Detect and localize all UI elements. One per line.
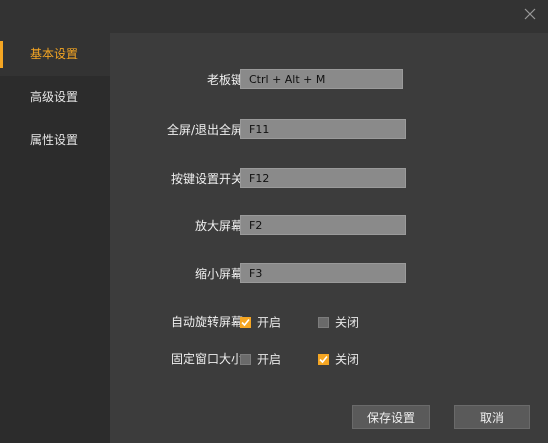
fixed-size-off-checkbox[interactable]: 关闭: [318, 348, 359, 370]
checkbox-checked-icon: [318, 354, 329, 365]
auto-rotate-off-checkbox[interactable]: 关闭: [318, 311, 359, 333]
fixed-size-on-checkbox[interactable]: 开启: [240, 348, 281, 370]
option-label: 关闭: [335, 352, 360, 367]
toggle-label: 自动旋转屏幕: [170, 315, 243, 329]
boss-key-input[interactable]: Ctrl + Alt + M: [240, 69, 403, 89]
shortcut-row-fullscreen: 全屏/退出全屏 F11: [110, 119, 548, 141]
sidebar-item-label: 基本设置: [30, 47, 79, 61]
title-bar: [0, 0, 548, 33]
shortcut-label: 按键设置开关: [170, 172, 243, 186]
shortcut-label: 老板键: [206, 73, 243, 87]
fullscreen-key-input[interactable]: F11: [240, 119, 406, 139]
save-settings-button[interactable]: 保存设置: [352, 405, 430, 429]
auto-rotate-on-checkbox[interactable]: 开启: [240, 311, 281, 333]
sidebar-item-basic-settings[interactable]: 基本设置: [0, 33, 110, 76]
shortcut-label: 全屏/退出全屏: [166, 123, 243, 137]
shortcut-label: 放大屏幕: [194, 219, 243, 233]
cancel-button[interactable]: 取消: [454, 405, 530, 429]
checkbox-unchecked-icon: [240, 354, 251, 365]
toggle-row-fixed-window-size: 固定窗口大小 开启 关闭: [110, 348, 548, 370]
keymap-toggle-key-input[interactable]: F12: [240, 168, 406, 188]
sidebar: 基本设置 高级设置 属性设置: [0, 33, 110, 443]
close-icon[interactable]: [522, 6, 538, 22]
toggle-label: 固定窗口大小: [170, 352, 243, 366]
sidebar-item-advanced-settings[interactable]: 高级设置: [0, 76, 110, 119]
sidebar-item-label: 属性设置: [30, 133, 79, 147]
shortcut-label: 缩小屏幕: [194, 267, 243, 281]
shortcut-row-keymap-toggle: 按键设置开关 F12: [110, 168, 548, 190]
shortcut-row-zoom-out: 缩小屏幕 F3: [110, 263, 548, 285]
toggle-row-auto-rotate: 自动旋转屏幕 开启 关闭: [110, 311, 548, 333]
shortcut-row-boss-key: 老板键 Ctrl + Alt + M: [110, 69, 548, 91]
zoom-out-key-input[interactable]: F3: [240, 263, 406, 283]
sidebar-item-label: 高级设置: [30, 90, 79, 104]
shortcut-row-zoom-in: 放大屏幕 F2: [110, 215, 548, 237]
option-label: 开启: [257, 315, 282, 330]
option-label: 关闭: [335, 315, 360, 330]
sidebar-item-property-settings[interactable]: 属性设置: [0, 119, 110, 162]
settings-panel: 老板键 Ctrl + Alt + M 全屏/退出全屏 F11 按键设置开关 F1…: [110, 33, 548, 443]
option-label: 开启: [257, 352, 282, 367]
checkbox-checked-icon: [240, 317, 251, 328]
zoom-in-key-input[interactable]: F2: [240, 215, 406, 235]
checkbox-unchecked-icon: [318, 317, 329, 328]
